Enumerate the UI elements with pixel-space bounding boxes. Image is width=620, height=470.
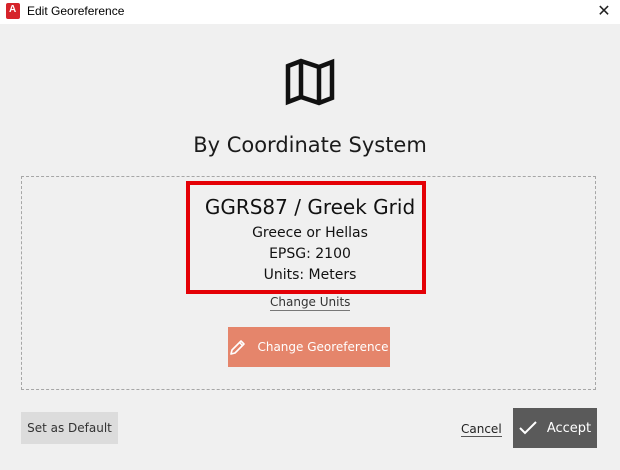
title-bar: A Edit Georeference ✕ [0, 0, 620, 24]
change-georeference-button[interactable]: Change Georeference [228, 327, 390, 367]
pencil-icon [230, 340, 246, 355]
app-icon-letter: A [9, 4, 17, 15]
coordinate-system-region: Greece or Hellas [252, 225, 368, 241]
coordinate-system-name: GGRS87 / Greek Grid [204, 195, 416, 219]
cancel-link[interactable]: Cancel [461, 422, 502, 437]
set-as-default-label: Set as Default [27, 421, 112, 435]
map-icon [285, 58, 335, 106]
window-title: Edit Georeference [27, 4, 125, 18]
page-heading: By Coordinate System [193, 133, 427, 157]
set-as-default-button[interactable]: Set as Default [21, 412, 118, 444]
accept-label: Accept [546, 420, 592, 436]
change-georeference-label: Change Georeference [257, 340, 389, 354]
close-icon[interactable]: ✕ [594, 1, 614, 21]
coordinate-system-units: Units: Meters [263, 267, 357, 283]
autocad-app-icon: A [6, 3, 20, 19]
accept-button[interactable]: Accept [513, 408, 597, 448]
coordinate-system-epsg: EPSG: 2100 [269, 246, 351, 262]
change-units-link[interactable]: Change Units [270, 295, 351, 311]
checkmark-icon [519, 421, 537, 435]
